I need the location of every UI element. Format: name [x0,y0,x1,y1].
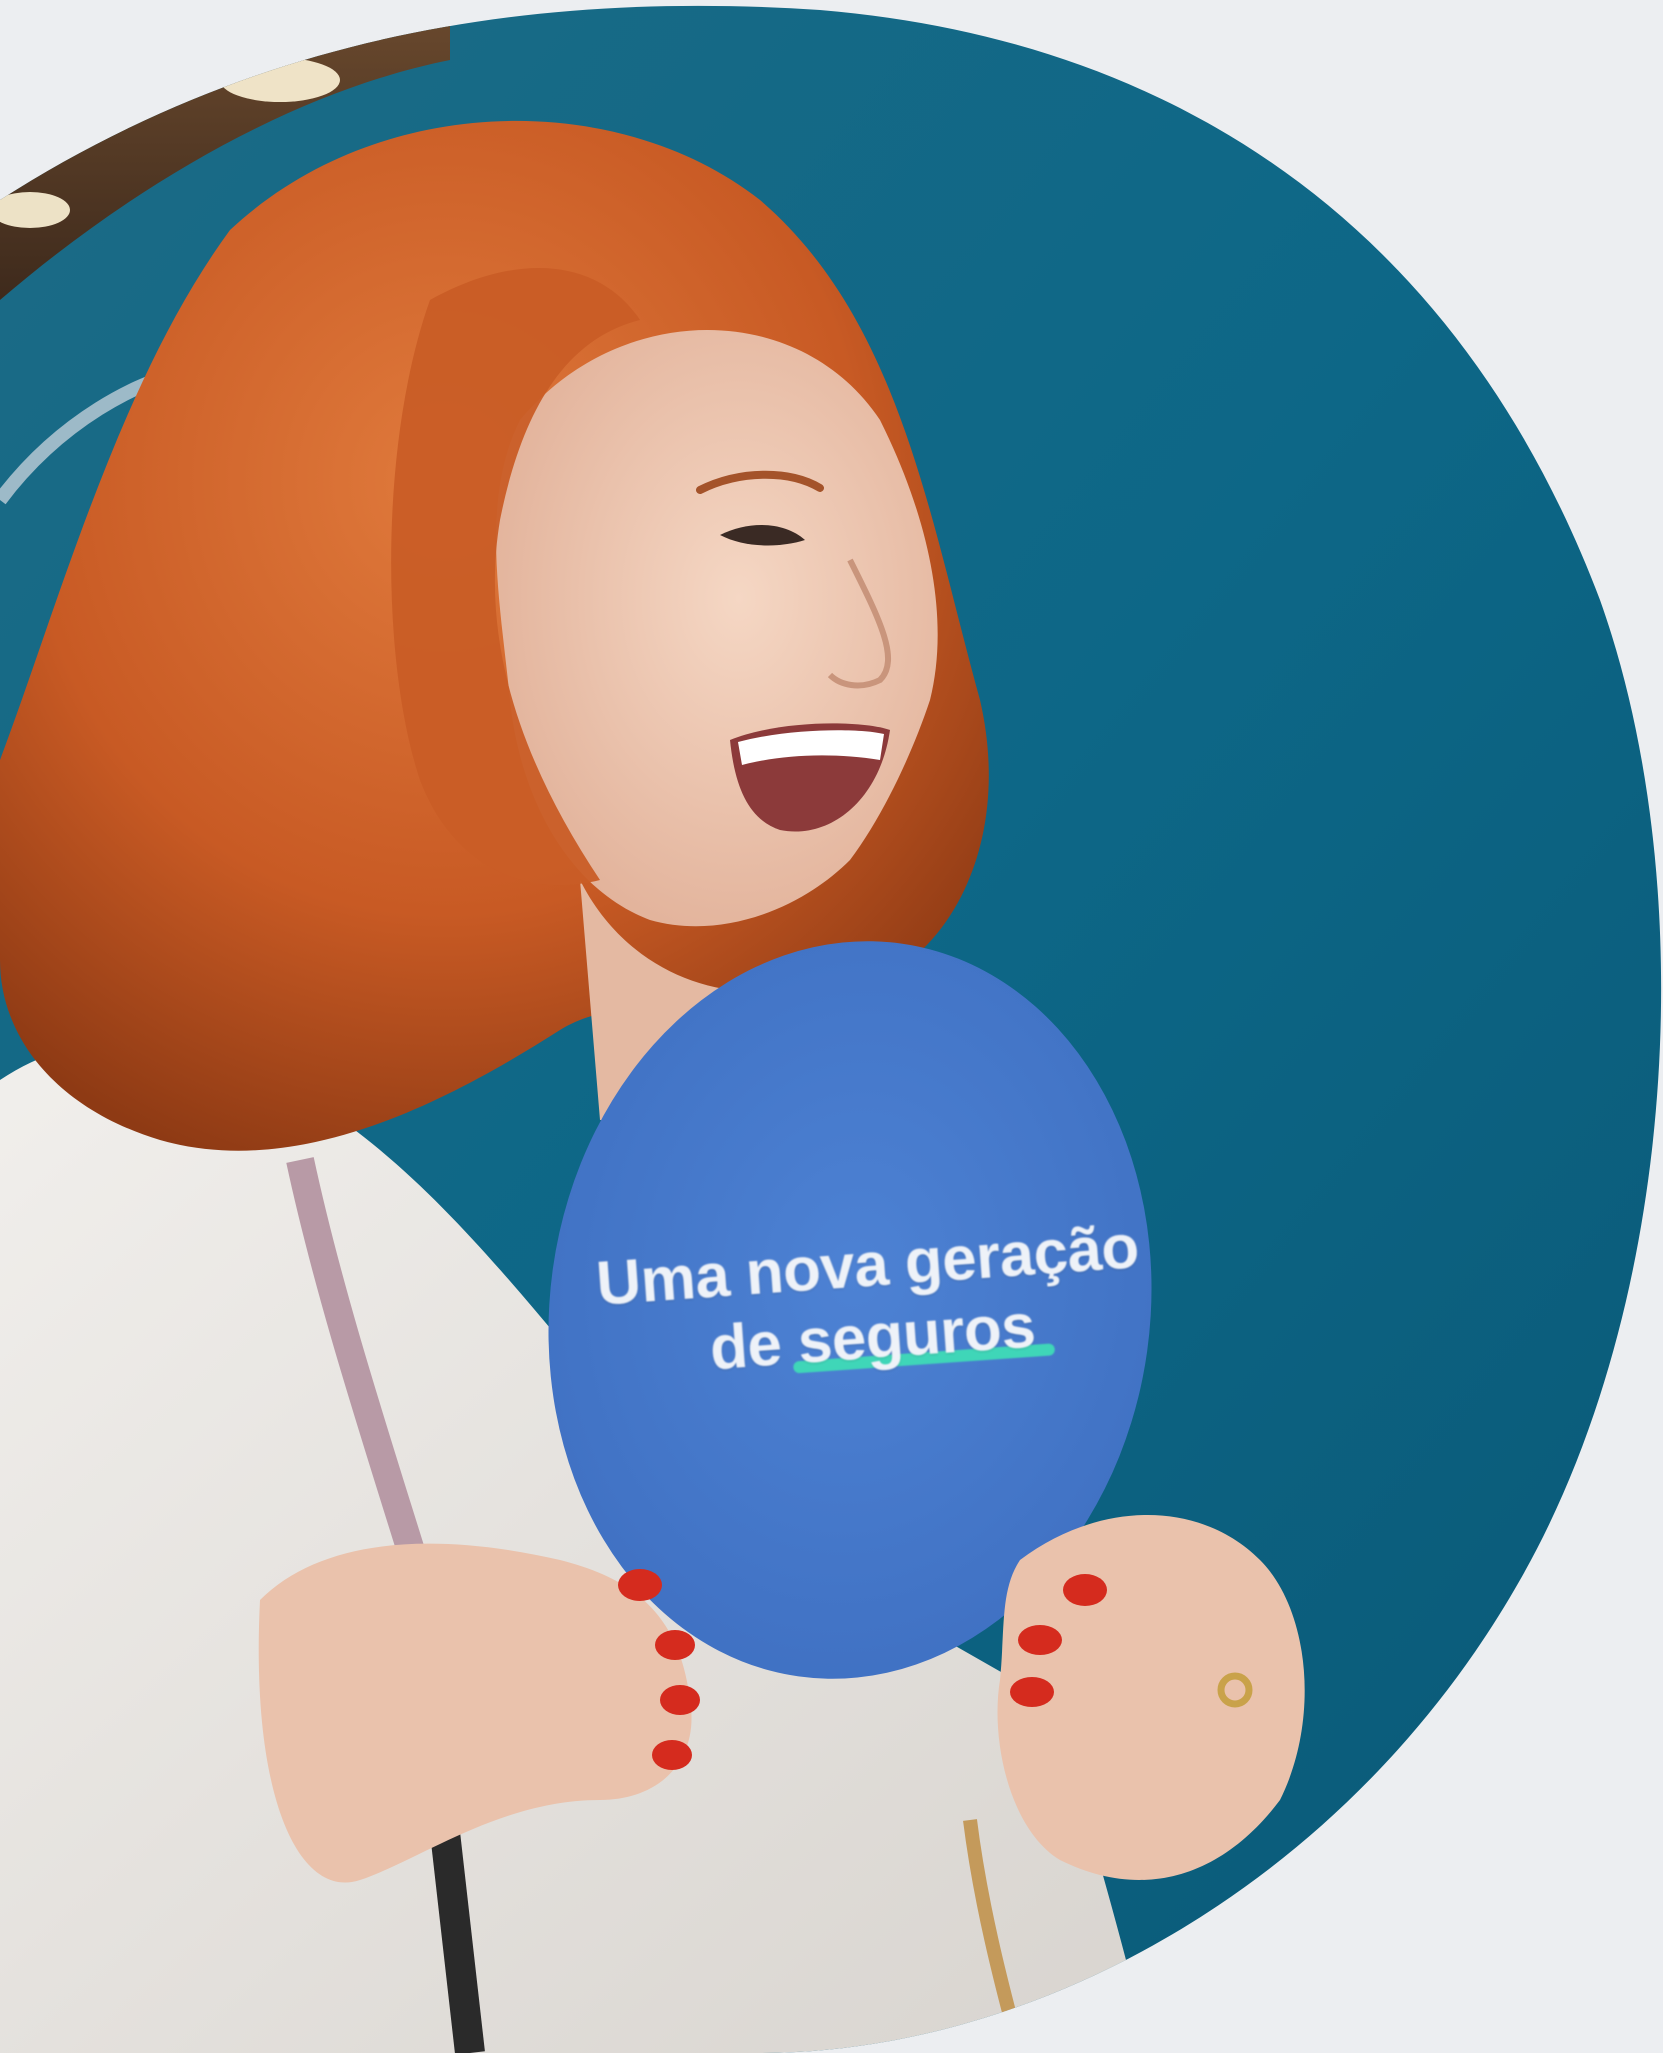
circular-photo [0,5,1662,2053]
sign-line-2-prefix: de [707,1309,784,1384]
photo-frame: Uma nova geração de seguros [0,0,1663,2053]
sign-highlight-word: seguros [795,1291,1038,1377]
